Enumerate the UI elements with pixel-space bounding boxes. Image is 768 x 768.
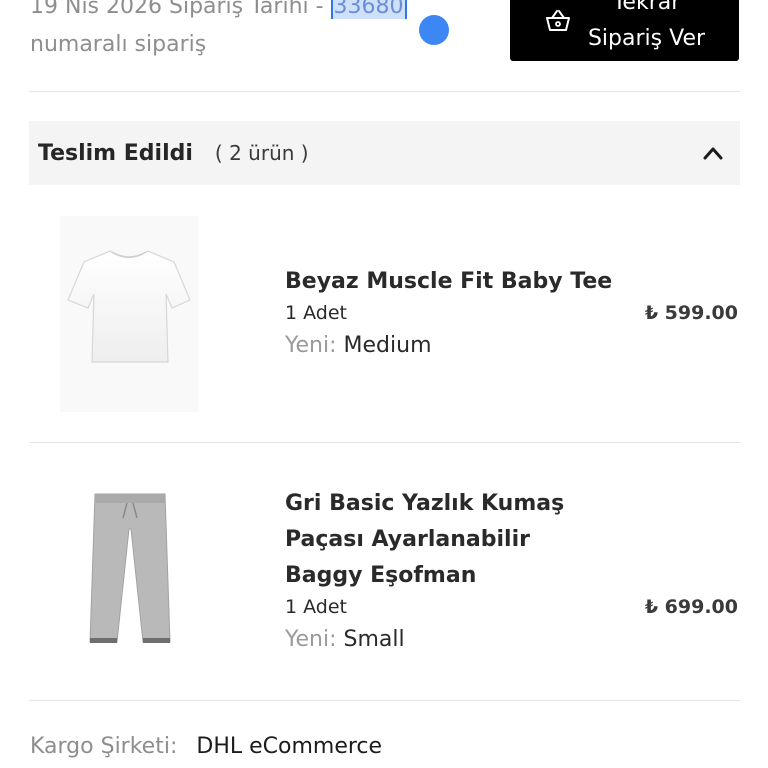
item-divider [29,700,740,701]
grey-sweatpants-image[interactable] [75,484,185,656]
order-date-line: 19 Nis 2026 Sipariş Tarihi - 33680 [30,0,470,26]
order-info: 19 Nis 2026 Sipariş Tarihi - 33680 numar… [30,0,470,64]
product-name-line: Paçası Ayarlanabilir [285,527,530,552]
reorder-label-line2: Sipariş Ver [587,25,706,51]
product-quantity: 1 Adet [285,596,347,618]
product-name-line: Baggy Eşofman [285,563,477,588]
item-divider [29,442,740,443]
shipping-value: DHL eCommerce [196,734,383,759]
white-tshirt-image[interactable] [60,216,198,412]
text-selection-handle[interactable] [419,15,449,45]
product-name[interactable]: Gri Basic Yazlık Kumaş Paçası Ayarlanabi… [285,486,564,594]
reorder-button[interactable]: Tekrar Sipariş Ver [510,0,739,61]
variant-value: Medium [343,333,432,358]
item-count: ( 2 ürün ) [214,141,309,165]
delivery-status-title: Teslim Edildi [38,140,193,166]
header-divider [29,91,740,92]
delivery-status-toggle[interactable]: Teslim Edildi ( 2 ürün ) [29,121,740,185]
reorder-label-line1: Tekrar [612,0,681,15]
variant-label: Yeni: [285,627,337,652]
product-quantity: 1 Adet [285,302,347,324]
shipping-label: Kargo Şirketi: [30,734,178,759]
order-detail-page: 19 Nis 2026 Sipariş Tarihi - 33680 numar… [0,0,768,768]
shipping-company: Kargo Şirketi: DHL eCommerce [30,734,382,759]
sweatpants-icon [89,493,171,643]
order-number-line: numaralı sipariş [30,32,207,57]
reorder-label: Tekrar Sipariş Ver [588,0,705,57]
product-name-line: Gri Basic Yazlık Kumaş [285,491,565,516]
variant-value: Small [343,627,405,652]
tshirt-icon [67,250,191,363]
variant-label: Yeni: [285,333,337,358]
basket-icon [545,9,570,31]
order-id-selected[interactable]: 33680 [330,0,407,19]
product-name[interactable]: Beyaz Muscle Fit Baby Tee [285,264,612,300]
product-variant: Yeni: Medium [285,333,432,358]
product-price: ₺ 699.00 [644,596,738,618]
product-variant: Yeni: Small [285,627,405,652]
order-date-text: 19 Nis 2026 Sipariş Tarihi - [30,0,331,19]
product-price: ₺ 599.00 [644,302,738,324]
chevron-up-icon[interactable] [702,143,724,163]
